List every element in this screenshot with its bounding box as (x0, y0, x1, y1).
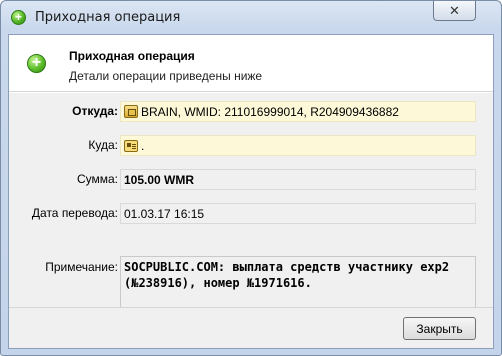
dialog-footer: Закрыть (9, 307, 493, 348)
from-field[interactable]: BRAIN, WMID: 211016999014, R204909436882 (120, 101, 476, 122)
from-label: Откуда: (72, 104, 118, 118)
plus-circle-icon: + (27, 54, 46, 73)
title-bar[interactable]: + Приходная операция ✕ (1, 1, 501, 33)
details-panel: Откуда: BRAIN, WMID: 211016999014, R2049… (9, 93, 493, 312)
dialog-header: + Приходная операция Детали операции при… (9, 35, 493, 92)
window-title: Приходная операция (35, 10, 181, 25)
date-field[interactable]: 01.03.17 16:15 (120, 203, 476, 224)
header-subtitle: Детали операции приведены ниже (69, 69, 263, 83)
header-title: Приходная операция (69, 49, 195, 63)
plus-circle-icon: + (11, 10, 26, 25)
date-label: Дата перевода: (31, 206, 118, 220)
window-close-button[interactable]: ✕ (433, 1, 476, 21)
close-icon: ✕ (449, 2, 460, 18)
close-button[interactable]: Закрыть (403, 317, 476, 340)
to-label: Куда: (88, 138, 118, 152)
note-label: Примечание: (45, 260, 118, 274)
dialog-content: + Приходная операция Детали операции при… (8, 34, 494, 349)
amount-value: 105.00 WMR (124, 172, 195, 187)
card-icon (124, 139, 138, 152)
purse-icon (124, 105, 138, 118)
amount-field[interactable]: 105.00 WMR (120, 169, 476, 190)
amount-label: Сумма: (76, 172, 118, 186)
from-value: BRAIN, WMID: 211016999014, R204909436882 (141, 104, 399, 119)
date-value: 01.03.17 16:15 (124, 206, 205, 221)
to-field[interactable]: . (120, 135, 476, 156)
to-value: . (141, 138, 145, 153)
note-field[interactable]: SOCPUBLIC.COM: выплата средств участнику… (120, 256, 476, 312)
dialog-window: + Приходная операция ✕ + Приходная опера… (0, 0, 502, 356)
